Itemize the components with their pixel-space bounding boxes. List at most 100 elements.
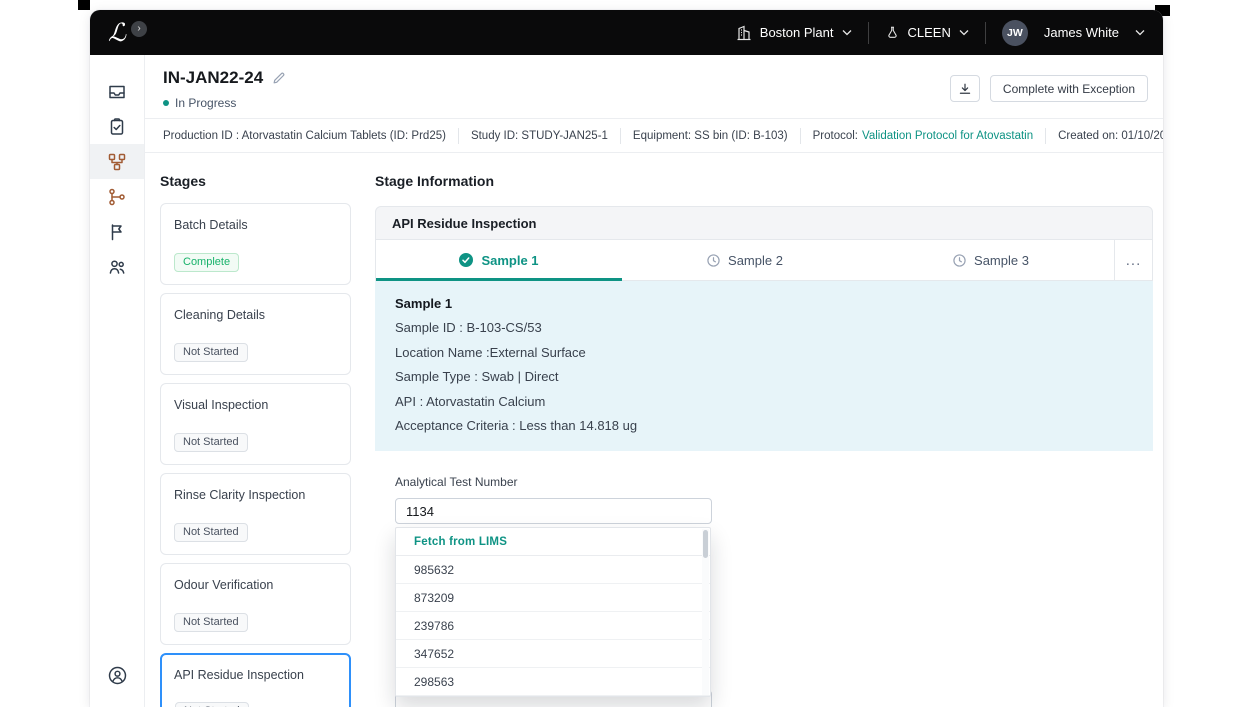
tabs-overflow-button[interactable]: ... [1114, 240, 1152, 280]
stage-card-batch-details[interactable]: Batch Details Complete [160, 203, 351, 285]
complete-with-exception-button[interactable]: Complete with Exception [990, 75, 1148, 102]
sample-type-line: Sample Type : Swab | Direct [395, 365, 1133, 390]
stage-status-badge: Not Started [174, 433, 248, 452]
batch-header: IN-JAN22-24 In Progress [163, 68, 286, 110]
meta-divider [800, 128, 801, 144]
support-icon [107, 665, 128, 686]
building-icon [736, 25, 752, 41]
stage-status-badge: Not Started [174, 613, 248, 632]
page-body: Stages Batch Details Complete Cleaning D… [145, 153, 1163, 707]
meta-equipment: Equipment: SS bin (ID: B-103) [633, 130, 788, 142]
tab-label: Sample 2 [728, 253, 783, 268]
stages-heading: Stages [160, 173, 351, 189]
user-name: James White [1044, 25, 1119, 40]
sidebar-item-team[interactable] [90, 249, 144, 284]
meta-divider [1045, 128, 1046, 144]
check-circle-icon [459, 253, 473, 267]
page-title: IN-JAN22-24 [163, 68, 263, 88]
dropdown-option[interactable]: 239786 [396, 612, 710, 640]
app-window: ℒ › Boston Plant [90, 10, 1163, 707]
meta-study-id: Study ID: STUDY-JAN25-1 [471, 130, 608, 142]
stages-column: Stages Batch Details Complete Cleaning D… [160, 173, 351, 707]
stage-panel-header: API Residue Inspection [375, 206, 1153, 240]
sidebar-expand-button[interactable]: › [131, 21, 147, 37]
stage-card-api-residue-inspection[interactable]: API Residue Inspection Not Started [160, 653, 351, 707]
sidebar-item-flags[interactable] [90, 214, 144, 249]
analytical-test-number-input[interactable] [395, 498, 712, 524]
header-divider [868, 22, 869, 44]
chevron-down-icon [1135, 29, 1145, 36]
tab-sample-2[interactable]: Sample 2 [622, 240, 868, 280]
chevron-right-icon: › [137, 23, 140, 34]
stage-status-badge: Not Started [174, 343, 248, 362]
users-icon [107, 257, 127, 277]
sidebar-item-support[interactable] [107, 658, 128, 693]
stages-icon [107, 152, 127, 172]
screen-artifact-top-left [78, 0, 90, 10]
sample-tabs: Sample 1 Sample 2 Sample 3 [375, 240, 1153, 281]
sidebar-item-stages[interactable] [90, 144, 144, 179]
header-divider [985, 22, 986, 44]
stage-status-badge: Complete [174, 253, 239, 272]
fetch-from-lims-option[interactable]: Fetch from LIMS [396, 528, 710, 556]
ellipsis-icon: ... [1126, 252, 1142, 269]
tab-label: Sample 1 [481, 253, 538, 268]
sample-api-line: API : Atorvastatin Calcium [395, 390, 1133, 415]
dropdown-scrollbar-thumb[interactable] [703, 530, 708, 558]
clock-icon [707, 254, 720, 267]
plant-selector[interactable]: Boston Plant [736, 25, 852, 41]
protocol-link[interactable]: Validation Protocol for Atovastatin [862, 130, 1033, 142]
module-selector[interactable]: CLEEN [885, 25, 969, 40]
dropdown-option[interactable]: 298563 [396, 668, 710, 696]
inbox-icon [107, 82, 127, 102]
chevron-down-icon [842, 29, 852, 36]
sidebar-item-tasks[interactable] [90, 109, 144, 144]
stage-status-badge: Not Started [175, 702, 249, 707]
stage-title: Visual Inspection [174, 398, 337, 412]
stage-card-rinse-clarity-inspection[interactable]: Rinse Clarity Inspection Not Started [160, 473, 351, 555]
dropdown-option[interactable]: 347652 [396, 640, 710, 668]
plant-label: Boston Plant [760, 25, 834, 40]
meta-divider [458, 128, 459, 144]
sample-details-panel: Sample 1 Sample ID : B-103-CS/53 Locatio… [375, 281, 1153, 451]
meta-production-id: Production ID : Atorvastatin Calcium Tab… [163, 130, 446, 142]
brand-logo-icon: ℒ [108, 20, 126, 45]
stage-form: Analytical Test Number Fetch from LIMS 9… [375, 451, 1153, 524]
stage-title: Odour Verification [174, 578, 337, 592]
sample-location-line: Location Name :External Surface [395, 341, 1133, 366]
meta-created-on: Created on: 01/10/2025 11:41:39 [1058, 130, 1163, 142]
sample-acceptance-line: Acceptance Criteria : Less than 14.818 u… [395, 414, 1133, 439]
meta-divider [620, 128, 621, 144]
status-row: In Progress [163, 96, 286, 110]
download-button[interactable] [950, 75, 980, 102]
meta-protocol-label: Protocol: [813, 130, 858, 142]
dropdown-option[interactable]: 873209 [396, 584, 710, 612]
sample-title: Sample 1 [395, 296, 1133, 311]
flask-icon [885, 25, 900, 40]
sample-id-line: Sample ID : B-103-CS/53 [395, 316, 1133, 341]
stage-card-cleaning-details[interactable]: Cleaning Details Not Started [160, 293, 351, 375]
sidebar-item-workflow[interactable] [90, 179, 144, 214]
tab-label: Sample 3 [974, 253, 1029, 268]
chevron-down-icon [959, 29, 969, 36]
stage-card-odour-verification[interactable]: Odour Verification Not Started [160, 563, 351, 645]
batch-meta-bar: Production ID : Atorvastatin Calcium Tab… [145, 118, 1163, 153]
stage-title: Rinse Clarity Inspection [174, 488, 337, 502]
sidebar-footer [90, 658, 145, 693]
status-dot-icon [163, 100, 169, 106]
download-icon [958, 82, 972, 96]
dropdown-option[interactable]: 985632 [396, 556, 710, 584]
tab-sample-3[interactable]: Sample 3 [868, 240, 1114, 280]
stage-status-badge: Not Started [174, 523, 248, 542]
clock-icon [953, 254, 966, 267]
stage-information-heading: Stage Information [375, 173, 1153, 189]
status-badge: In Progress [175, 96, 236, 110]
user-menu[interactable]: JW James White [1002, 20, 1145, 46]
test-number-dropdown: Fetch from LIMS 985632 873209 239786 347… [395, 527, 711, 697]
stage-card-visual-inspection[interactable]: Visual Inspection Not Started [160, 383, 351, 465]
edit-icon[interactable] [272, 71, 286, 85]
avatar: JW [1002, 20, 1028, 46]
meta-protocol: Protocol: Validation Protocol for Atovas… [813, 130, 1034, 142]
tab-sample-1[interactable]: Sample 1 [376, 240, 622, 280]
sidebar-item-inbox[interactable] [90, 74, 144, 109]
